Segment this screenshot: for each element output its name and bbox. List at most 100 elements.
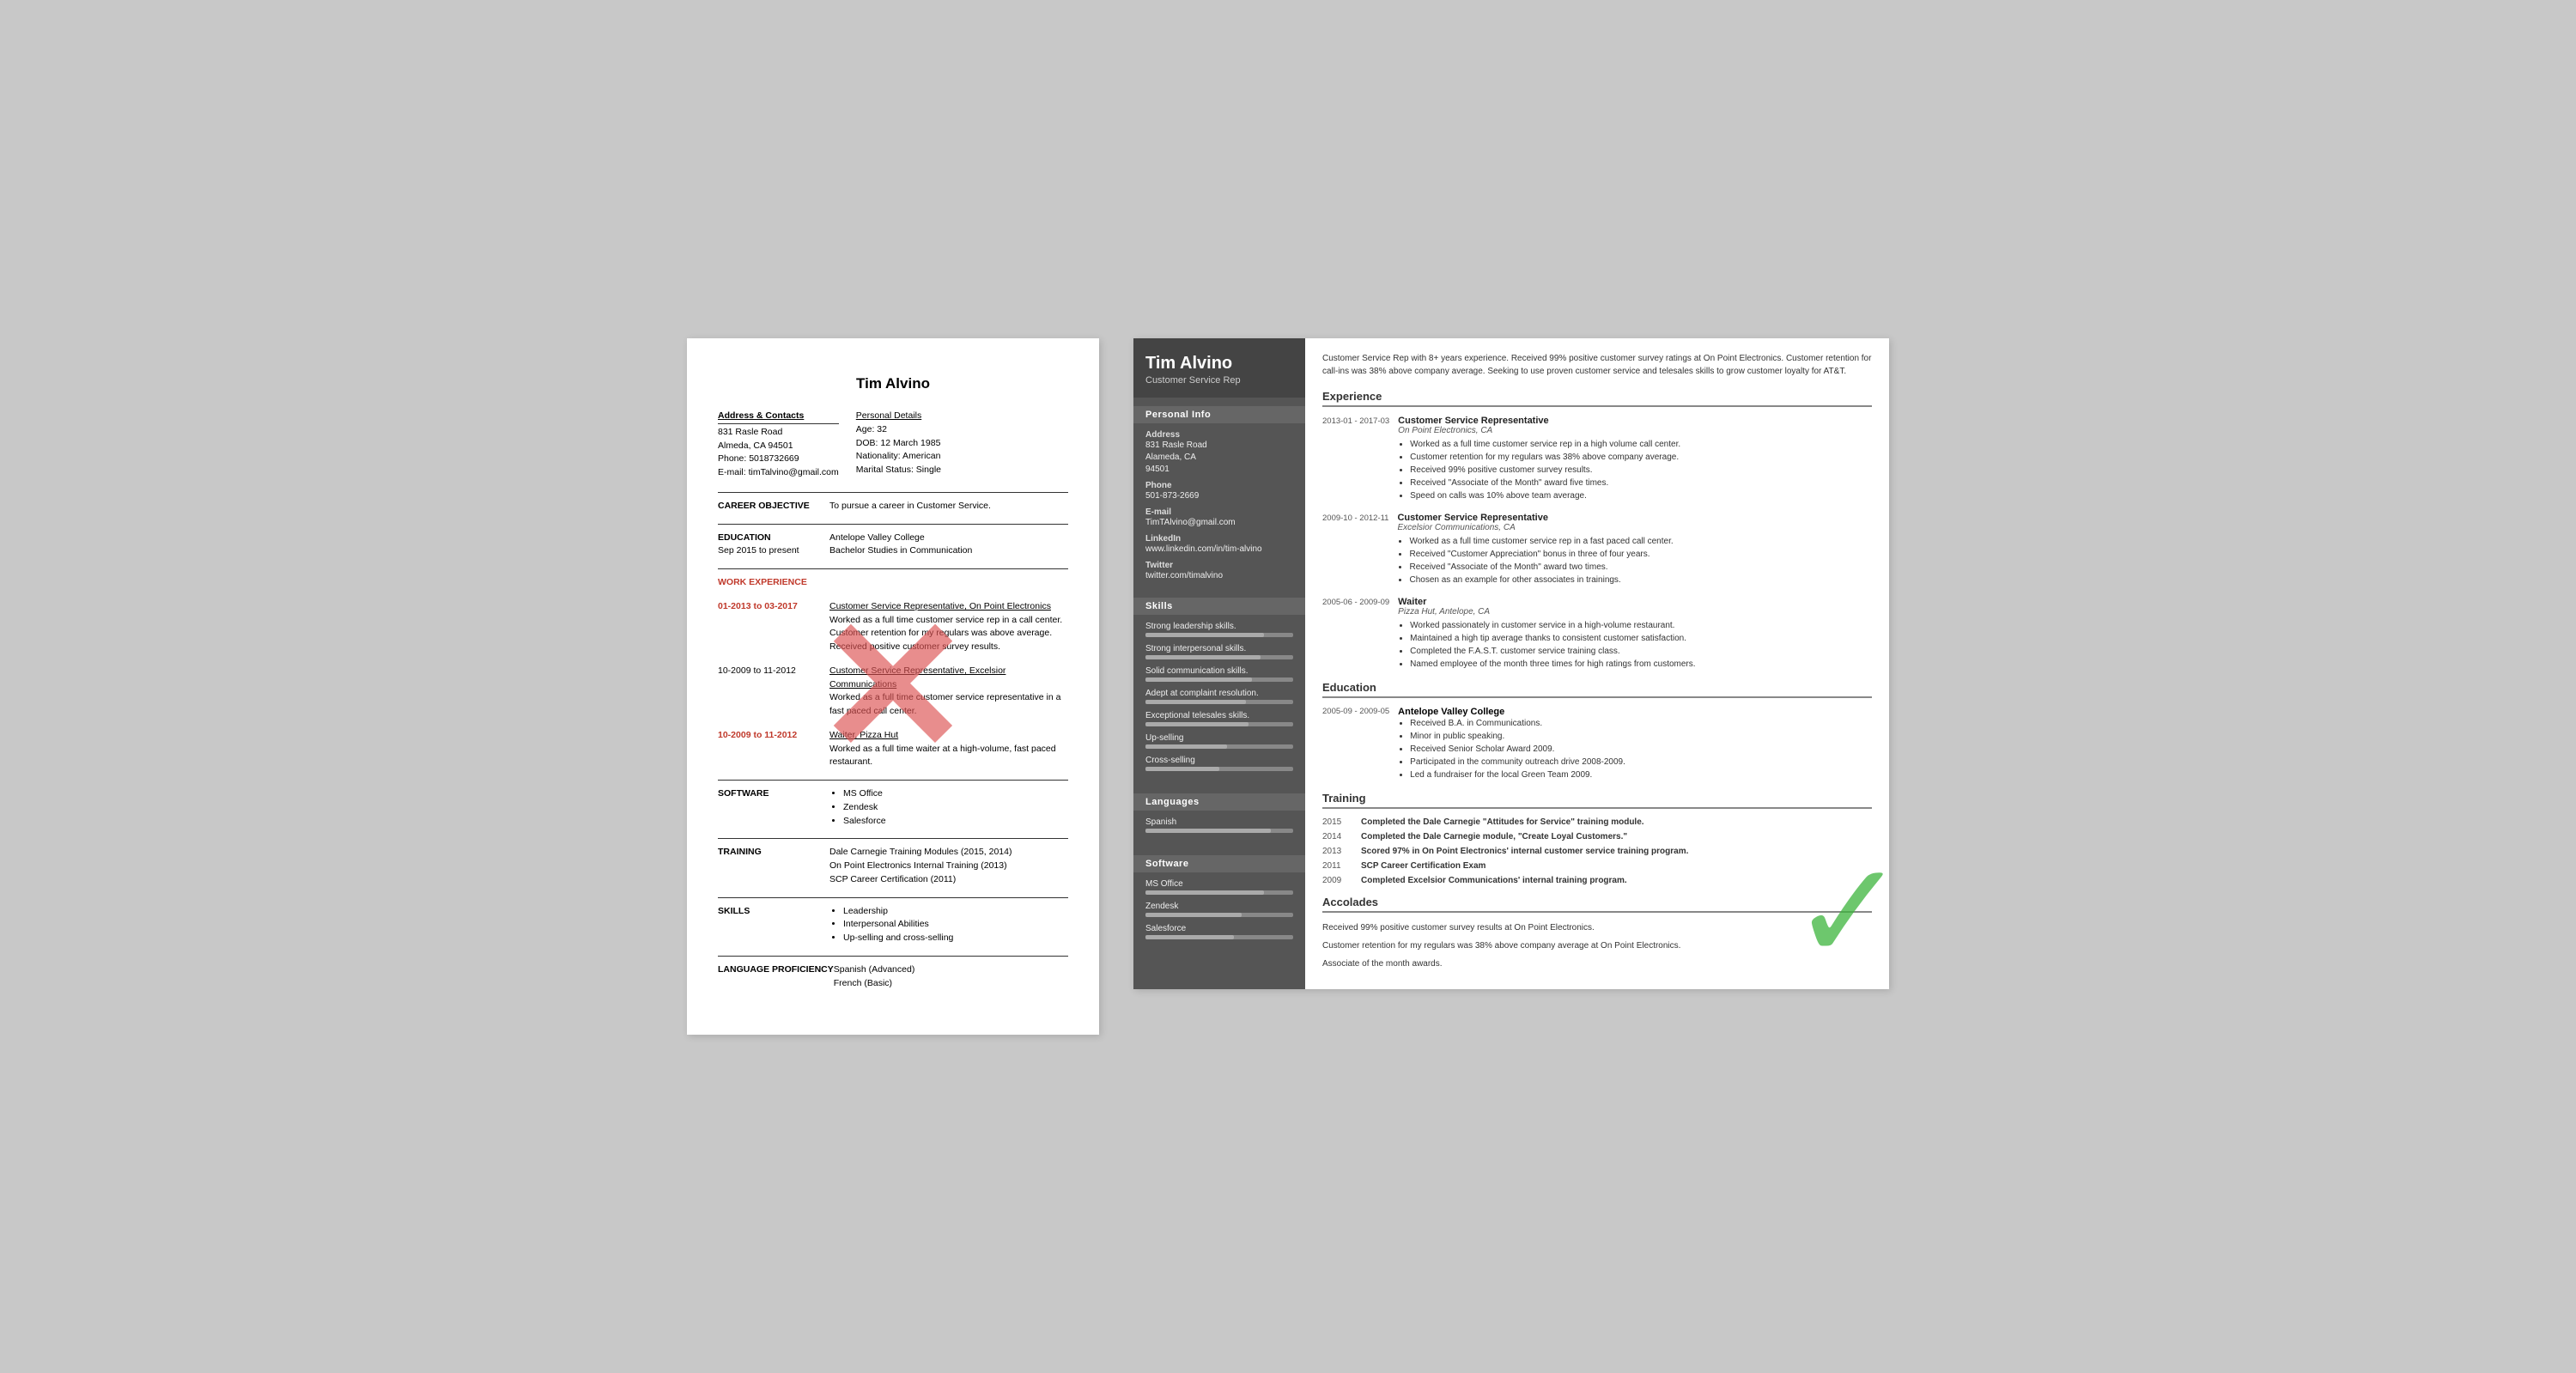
exp-item-2: 2009-10 - 2012-11 Customer Service Repre… [1322,513,1872,586]
training-item-4: 2011 SCP Career Certification Exam [1322,861,1872,871]
skill-label-1: Strong leadership skills. [1145,622,1293,631]
education-header: Education [1322,681,1872,698]
exp-company-2: Excelsior Communications, CA [1397,523,1872,532]
right-name-block: Tim Alvino Customer Service Rep [1133,338,1305,398]
divider1 [718,492,1068,493]
edu-bullet-1-5: Led a fundraiser for the local Green Tea… [1410,769,1872,781]
personal-info-header: Personal Info [1133,406,1305,423]
software-label: SOFTWARE [718,787,829,801]
divider6 [718,897,1068,898]
software-item-2: Zendesk [843,801,1068,815]
work-date-2: 10-2009 to 11-2012 [718,665,796,676]
exp-title-3: Waiter [1398,597,1872,607]
left-address-line1: 831 Rasle Road [718,426,839,440]
left-address-line3: Phone: 5018732669 [718,453,839,466]
left-personal-line2: DOB: 12 March 1985 [856,437,1068,451]
work-item-2: 10-2009 to 11-2012 Customer Service Repr… [718,665,1068,719]
edu-school-1: Antelope Valley College [1398,707,1872,717]
left-name: Tim Alvino [718,373,1068,395]
language-label: LANGUAGE PROFICIENCY [718,963,834,977]
phone-label: Phone [1145,481,1293,490]
address-line3: 94501 [1145,464,1293,476]
software-row: SOFTWARE MS Office Zendesk Salesforce [718,787,1068,828]
work-date-1: 01-2013 to 03-2017 [718,601,798,611]
exp-item-1: 2013-01 - 2017-03 Customer Service Repre… [1322,416,1872,502]
skills-list: Leadership Interpersonal Abilities Up-se… [829,905,1068,945]
work-item-3: 10-2009 to 11-2012 Waiter, Pizza Hut Wor… [718,729,1068,769]
email-value: TimTAlvino@gmail.com [1145,517,1293,529]
languages-section: Languages Spanish [1133,785,1305,847]
accolade-2: Customer retention for my regulars was 3… [1322,939,1872,952]
career-row: CAREER OBJECTIVE To pursue a career in C… [718,500,1068,513]
personal-info-section: Personal Info Address 831 Rasle Road Ala… [1133,398,1305,589]
training-year-1: 2015 [1322,817,1352,827]
training-desc-4: SCP Career Certification Exam [1361,861,1872,871]
edu-bullet-1-3: Received Senior Scholar Award 2009. [1410,743,1872,756]
left-resume: ✕ Tim Alvino Address & Contacts 831 Rasl… [687,338,1099,1036]
exp-bullet-3-3: Completed the F.A.S.T. customer service … [1410,645,1872,658]
left-personal-header: Personal Details [856,410,1068,423]
skills-row: SKILLS Leadership Interpersonal Abilitie… [718,905,1068,945]
left-address-line2: Almeda, CA 94501 [718,440,839,453]
right-name: Tim Alvino [1145,354,1293,374]
education-row: EDUCATION Sep 2015 to present Antelope V… [718,532,1068,559]
languages-header: Languages [1133,793,1305,811]
exp-bullet-1-5: Speed on calls was 10% above team averag… [1410,489,1872,502]
exp-bullet-2-1: Worked as a full time customer service r… [1409,535,1872,548]
edu-bullet-1-4: Participated in the community outreach d… [1410,756,1872,769]
right-resume: Tim Alvino Customer Service Rep Personal… [1133,338,1889,989]
software-item-3: Salesforce [843,815,1068,829]
training-year-5: 2009 [1322,876,1352,885]
soft-2: Zendesk [1145,902,1293,917]
exp-title-2: Customer Service Representative [1397,513,1872,523]
training-year-3: 2013 [1322,847,1352,856]
divider3 [718,568,1068,569]
right-sidebar: Tim Alvino Customer Service Rep Personal… [1133,338,1305,989]
exp-date-2: 2009-10 - 2012-11 [1322,513,1388,586]
skill-item-3: Up-selling and cross-selling [843,932,1068,945]
left-address-header: Address & Contacts [718,410,839,424]
training-item-5: 2009 Completed Excelsior Communications'… [1322,876,1872,885]
left-personal-line4: Marital Status: Single [856,464,1068,477]
software-sidebar-section: Software MS Office Zendesk Salesforce [1133,847,1305,953]
summary-text: Customer Service Rep with 8+ years exper… [1322,352,1872,378]
exp-title-1: Customer Service Representative [1398,416,1872,426]
education-degree: Bachelor Studies in Communication [829,544,1068,558]
work-desc-2: Worked as a full time customer service r… [829,691,1068,719]
divider4 [718,780,1068,781]
exp-bullets-1: Worked as a full time customer service r… [1398,438,1872,502]
twitter-label: Twitter [1145,561,1293,570]
work-title-3: Waiter, Pizza Hut [829,730,898,740]
exp-bullet-2-4: Chosen as an example for other associate… [1409,574,1872,586]
software-item-1: MS Office [843,787,1068,801]
skills-label: SKILLS [718,905,829,919]
work-label: WORK EXPERIENCE [718,576,829,590]
training-item-3: SCP Career Certification (2011) [829,873,1068,887]
edu-bullet-1-1: Received B.A. in Communications. [1410,717,1872,730]
skills-section: Skills Strong leadership skills. Strong … [1133,589,1305,785]
training-item-1: 2015 Completed the Dale Carnegie "Attitu… [1322,817,1872,827]
skill-label-6: Up-selling [1145,733,1293,743]
twitter-value: twitter.com/timalvino [1145,570,1293,582]
exp-bullets-3: Worked passionately in customer service … [1398,619,1872,671]
training-item-1: Dale Carnegie Training Modules (2015, 20… [829,846,1068,860]
work-desc-1: Worked as a full time customer service r… [829,614,1068,654]
left-address-line4: E-mail: timTalvino@gmail.com [718,466,839,480]
skill-5: Exceptional telesales skills. [1145,711,1293,726]
left-contact-section: Address & Contacts 831 Rasle Road Almeda… [718,410,1068,480]
work-desc-3: Worked as a full time waiter at a high-v… [829,743,1068,770]
work-title-2: Customer Service Representative, Excelsi… [829,665,1005,690]
language-row: LANGUAGE PROFICIENCY Spanish (Advanced) … [718,963,1068,991]
work-title-1: Customer Service Representative, On Poin… [829,601,1051,611]
skill-label-3: Solid communication skills. [1145,666,1293,676]
skill-label-4: Adept at complaint resolution. [1145,689,1293,698]
training-year-4: 2011 [1322,861,1352,871]
exp-bullet-1-4: Received "Associate of the Month" award … [1410,477,1872,489]
skill-label-2: Strong interpersonal skills. [1145,644,1293,653]
training-header: Training [1322,792,1872,809]
language-item-2: French (Basic) [834,977,1068,991]
accolade-1: Received 99% positive customer survey re… [1322,921,1872,934]
software-list: MS Office Zendesk Salesforce [829,787,1068,828]
address-line1: 831 Rasle Road [1145,440,1293,452]
skill-7: Cross-selling [1145,756,1293,771]
